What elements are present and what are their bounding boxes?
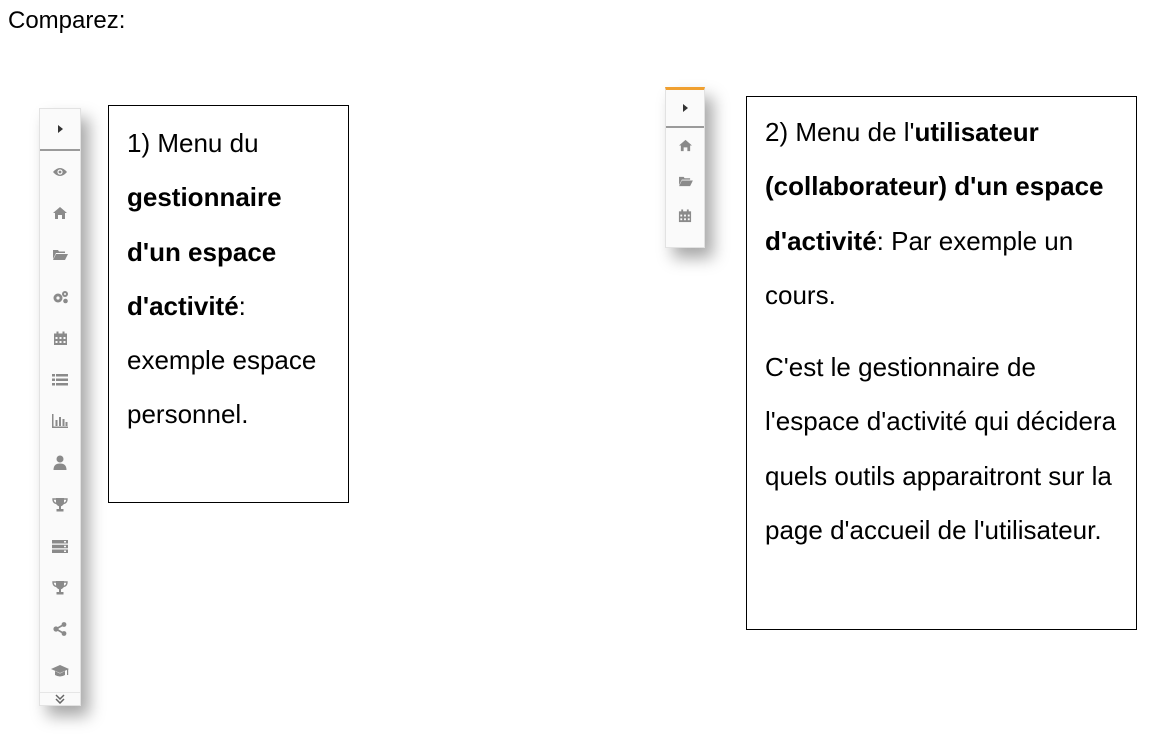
calendar-icon — [678, 208, 692, 222]
folder-open-icon — [53, 250, 68, 261]
description-bold: gestionnaire d'un espace d'activité — [127, 182, 282, 321]
home-icon — [678, 139, 692, 152]
menu-item-calendar[interactable] — [40, 317, 80, 359]
page-heading: Comparez: — [8, 7, 126, 34]
menu-item-documents[interactable] — [666, 163, 704, 198]
bar-chart-icon — [52, 414, 68, 429]
menu-item-documents[interactable] — [40, 234, 80, 276]
menu-item-calendar[interactable] — [666, 198, 704, 233]
list-icon — [52, 373, 68, 386]
menu-item-share[interactable] — [40, 609, 80, 651]
trophy-icon — [52, 498, 68, 512]
folder-open-icon — [678, 176, 693, 186]
description-paragraph-2: C'est le gestionnaire de l'espace d'acti… — [765, 352, 1117, 546]
caret-right-icon — [683, 104, 688, 112]
description-prefix: 1) Menu du — [127, 128, 259, 158]
menu-item-badges[interactable] — [40, 484, 80, 526]
manager-menu-description: 1) Menu du gestionnaire d'un espace d'ac… — [108, 105, 349, 503]
home-icon — [53, 207, 67, 220]
trophy-icon — [52, 581, 68, 595]
menu-item-list[interactable] — [40, 359, 80, 401]
description-rest: exemple espace personnel. — [127, 345, 317, 430]
user-menu-description: 2) Menu de l'utilisateur (collaborateur)… — [746, 96, 1137, 630]
menu-item-resources[interactable] — [40, 525, 80, 567]
menu-more-button[interactable] — [40, 691, 80, 705]
user-side-menu — [665, 87, 705, 248]
menu-item-users[interactable] — [40, 442, 80, 484]
user-icon — [53, 455, 67, 471]
manager-side-menu — [39, 108, 81, 706]
description-suffix: : — [238, 290, 246, 321]
menu-expand-button[interactable] — [666, 90, 704, 128]
graduation-cap-icon — [51, 664, 69, 677]
description-prefix: 2) Menu de l' — [765, 117, 915, 147]
caret-right-icon — [58, 125, 63, 133]
cogs-icon — [53, 290, 68, 303]
description-text: 2) Menu de l'utilisateur (collaborateur)… — [765, 105, 1118, 322]
menu-item-home[interactable] — [666, 128, 704, 163]
double-chevron-down-icon — [55, 694, 65, 704]
menu-expand-button[interactable] — [40, 109, 80, 151]
menu-item-awards[interactable] — [40, 567, 80, 609]
calendar-icon — [53, 331, 67, 345]
eye-icon — [53, 167, 67, 176]
menu-item-statistics[interactable] — [40, 401, 80, 443]
menu-item-home[interactable] — [40, 193, 80, 235]
share-icon — [53, 622, 67, 637]
description-text: 1) Menu du gestionnaire d'un espace d'ac… — [127, 116, 330, 442]
menu-item-learning[interactable] — [40, 650, 80, 692]
menu-item-settings[interactable] — [40, 276, 80, 318]
menu-item-view[interactable] — [40, 151, 80, 193]
server-icon — [52, 539, 68, 553]
